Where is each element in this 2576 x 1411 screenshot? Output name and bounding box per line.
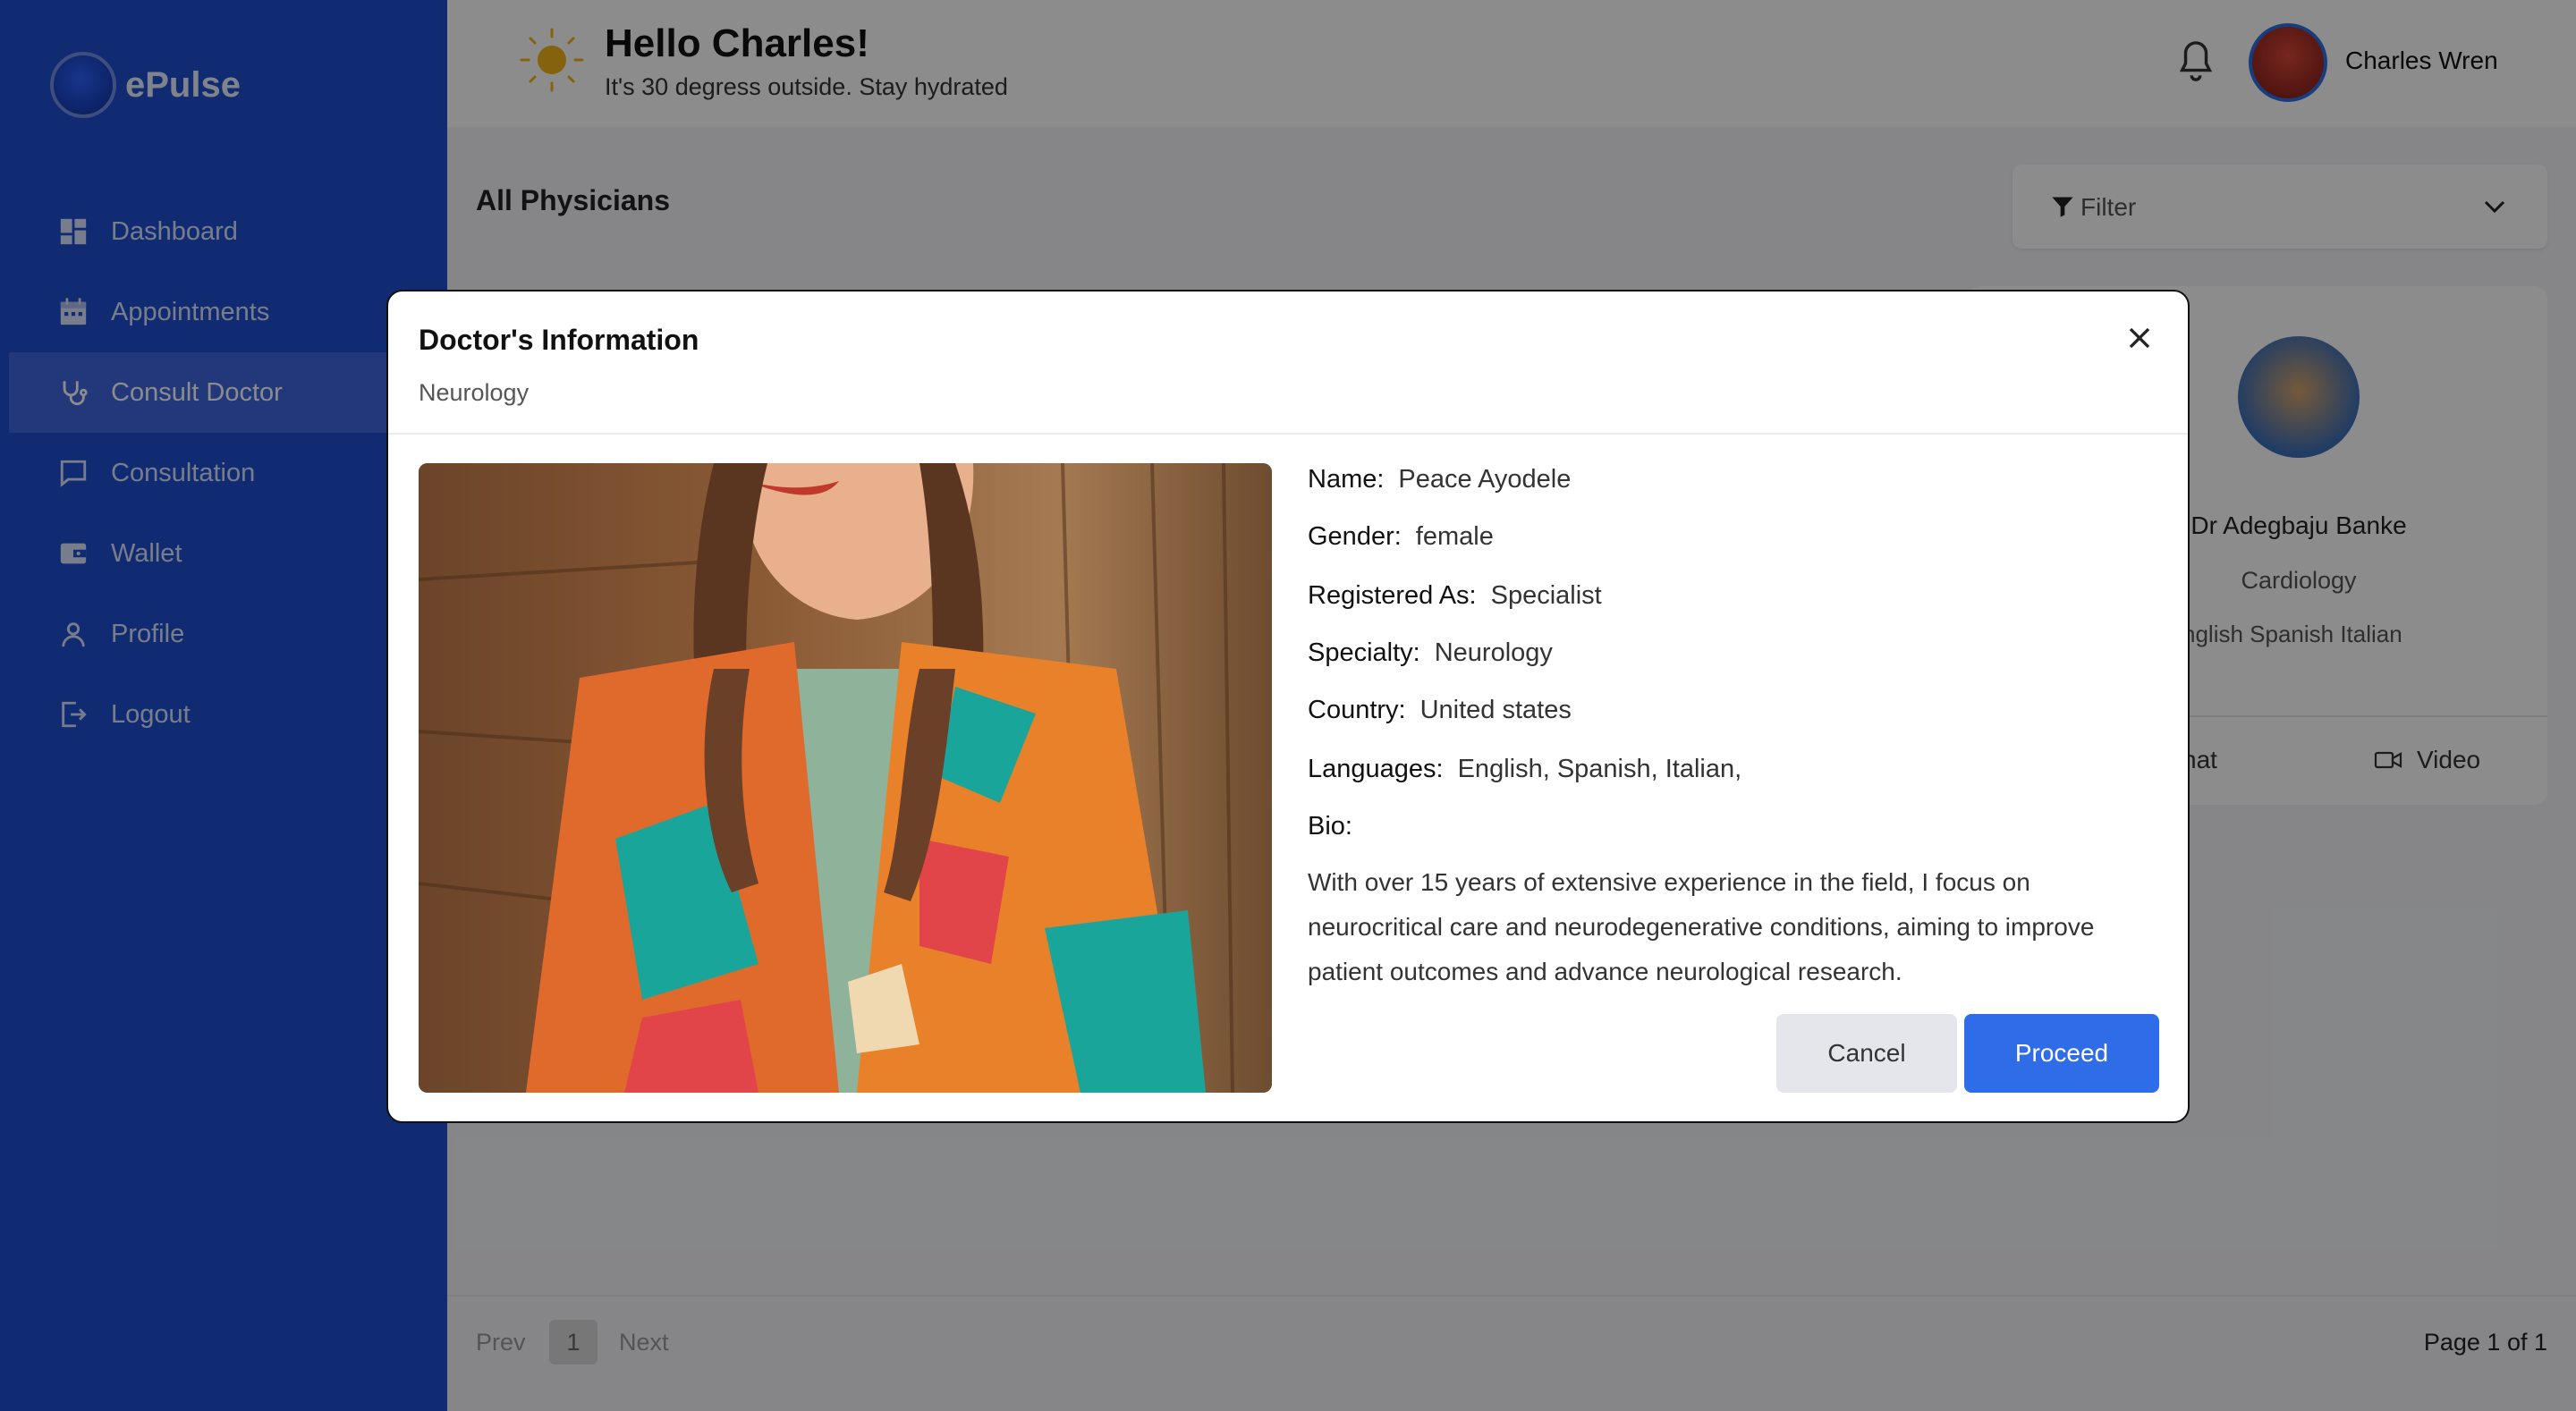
doctor-bio: With over 15 years of extensive experien… [1308,868,2095,985]
detail-value: Specialist [1490,581,1602,610]
detail-name: Name: Peace Ayodele [1308,465,1571,494]
proceed-button[interactable]: Proceed [1964,1014,2159,1093]
detail-label: Specialty: [1308,638,1420,667]
detail-country: Country: United states [1308,696,1572,725]
detail-label: Name: [1308,465,1385,494]
doctor-photo [419,463,1272,1093]
detail-value: Neurology [1434,638,1553,667]
detail-registered-as: Registered As: Specialist [1308,581,1602,611]
cancel-button[interactable]: Cancel [1776,1014,1957,1093]
close-icon[interactable] [2122,320,2157,356]
detail-value: Peace Ayodele [1398,465,1572,494]
doctor-info-modal: Doctor's Information Neurology Name: Pea… [386,290,2190,1123]
modal-subtitle: Neurology [419,379,530,406]
detail-specialty: Specialty: Neurology [1308,638,1553,668]
detail-bio-label: Bio: [1308,812,1367,841]
detail-languages: Languages: English, Spanish, Italian, [1308,755,1741,784]
detail-label: Languages: [1308,755,1444,783]
detail-label: Gender: [1308,522,1402,551]
modal-title: Doctor's Information [419,324,699,356]
detail-label: Country: [1308,696,1406,724]
detail-label: Bio: [1308,812,1352,841]
detail-label: Registered As: [1308,581,1477,610]
detail-gender: Gender: female [1308,522,1494,552]
detail-value: female [1415,522,1494,551]
modal-divider [388,433,2188,435]
detail-value: English, Spanish, Italian, [1457,755,1742,783]
detail-value: United states [1419,696,1572,724]
